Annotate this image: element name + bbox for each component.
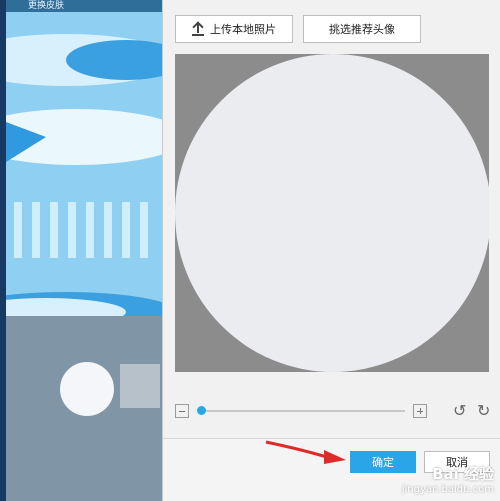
blurred-username	[120, 364, 160, 408]
zoom-minus-icon[interactable]	[175, 404, 189, 418]
pick-button-label: 挑选推荐头像	[329, 23, 395, 36]
crop-circle[interactable]	[175, 54, 489, 372]
upload-button-label: 上传本地照片	[210, 23, 276, 36]
preview-avatar	[60, 362, 114, 416]
rotate-left-icon[interactable]: ↺	[453, 402, 466, 420]
zoom-slider-handle[interactable]	[197, 406, 206, 415]
pointer-arrow-icon	[265, 440, 346, 464]
upload-icon	[192, 22, 204, 36]
zoom-plus-icon[interactable]	[413, 404, 427, 418]
preview-title: 更换皮肤	[28, 1, 65, 11]
zoom-controls: ↺ ↻	[175, 402, 490, 420]
avatar-editor-dialog: 上传本地照片 挑选推荐头像 ↺ ↻	[162, 0, 500, 501]
baidu-watermark: Bai 经验 jingyan.baidu.com	[402, 463, 494, 495]
watermark-url: jingyan.baidu.com	[401, 484, 494, 495]
preview-title-bar: 更换皮肤	[6, 0, 162, 12]
skin-pattern-illustration	[6, 12, 162, 328]
zoom-slider-track[interactable]	[199, 410, 405, 412]
rotate-right-icon[interactable]: ↻	[477, 402, 490, 420]
crop-area[interactable]	[175, 54, 489, 372]
upload-local-photo-button[interactable]: 上传本地照片	[175, 15, 293, 43]
watermark-logo: Bai 经验	[432, 465, 494, 483]
skin-preview-panel: 更换皮肤	[6, 0, 162, 501]
pick-recommended-avatar-button[interactable]: 挑选推荐头像	[303, 15, 421, 43]
